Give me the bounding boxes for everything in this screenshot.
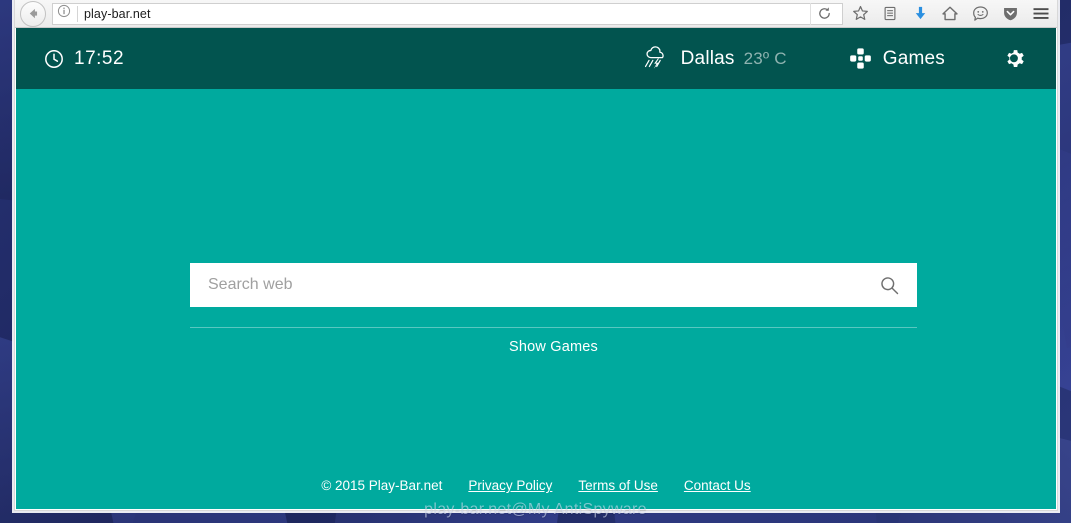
- rain-cloud-icon: [644, 45, 664, 69]
- privacy-policy-link[interactable]: Privacy Policy: [468, 478, 552, 493]
- site-header: 17:52 Dallas 23º C Games: [16, 28, 1056, 89]
- urlbar-divider: [77, 5, 78, 22]
- page-content: 17:52 Dallas 23º C Games Search web Show…: [16, 28, 1056, 509]
- url-bar[interactable]: play-bar.net: [52, 2, 843, 25]
- reader-list-button[interactable]: [875, 1, 905, 27]
- site-header-right: Dallas 23º C Games: [640, 45, 1040, 73]
- show-games-link[interactable]: Show Games: [190, 339, 917, 355]
- browser-toolbar: play-bar.net: [15, 0, 1057, 28]
- weather-widget[interactable]: Dallas 23º C: [640, 45, 787, 73]
- reload-button[interactable]: [810, 2, 838, 25]
- dpad-icon: [849, 48, 871, 69]
- url-text: play-bar.net: [84, 6, 151, 21]
- site-footer: © 2015 Play-Bar.net Privacy Policy Terms…: [16, 478, 1056, 493]
- clock-time: 17:52: [74, 47, 125, 69]
- gear-icon: [1007, 50, 1024, 67]
- browser-window: play-bar.net 17:52 Dallas 23º C Games Se…: [14, 0, 1058, 511]
- terms-of-use-link[interactable]: Terms of Use: [578, 478, 658, 493]
- info-icon[interactable]: [57, 4, 71, 23]
- copyright-text: © 2015 Play-Bar.net: [321, 478, 443, 493]
- bookmark-star-icon: [852, 5, 868, 20]
- bookmark-star-button[interactable]: [845, 1, 875, 27]
- back-arrow-icon: [29, 8, 37, 19]
- hamburger-menu-icon: [1033, 8, 1049, 19]
- hamburger-menu-button[interactable]: [1025, 1, 1057, 27]
- back-button[interactable]: [20, 0, 46, 27]
- home-button[interactable]: [935, 1, 965, 27]
- settings-button[interactable]: [1003, 46, 1028, 71]
- download-arrow-icon: [915, 6, 925, 20]
- search-section: Show Games: [190, 263, 917, 355]
- pocket-shield-icon: [1003, 8, 1017, 21]
- pocket-button[interactable]: [995, 1, 1025, 27]
- games-button[interactable]: Games: [849, 47, 945, 70]
- feedback-smiley-icon: [972, 6, 988, 21]
- reload-icon: [819, 7, 830, 19]
- games-label: Games: [882, 47, 945, 69]
- search-box[interactable]: [190, 263, 917, 307]
- contact-us-link[interactable]: Contact Us: [684, 478, 751, 493]
- reader-list-icon: [884, 6, 896, 21]
- magnifier-icon: [880, 276, 898, 294]
- search-submit-button[interactable]: [861, 263, 917, 307]
- urlbar-actions: [810, 2, 838, 25]
- home-icon: [942, 6, 958, 21]
- clock-icon: [45, 49, 63, 68]
- feedback-button[interactable]: [965, 1, 995, 27]
- search-input[interactable]: [190, 263, 861, 307]
- clock-widget[interactable]: 17:52: [44, 48, 124, 70]
- section-divider: [190, 327, 917, 328]
- weather-temperature: 23º C: [743, 48, 787, 68]
- weather-city: Dallas: [680, 47, 735, 69]
- download-button[interactable]: [905, 1, 935, 27]
